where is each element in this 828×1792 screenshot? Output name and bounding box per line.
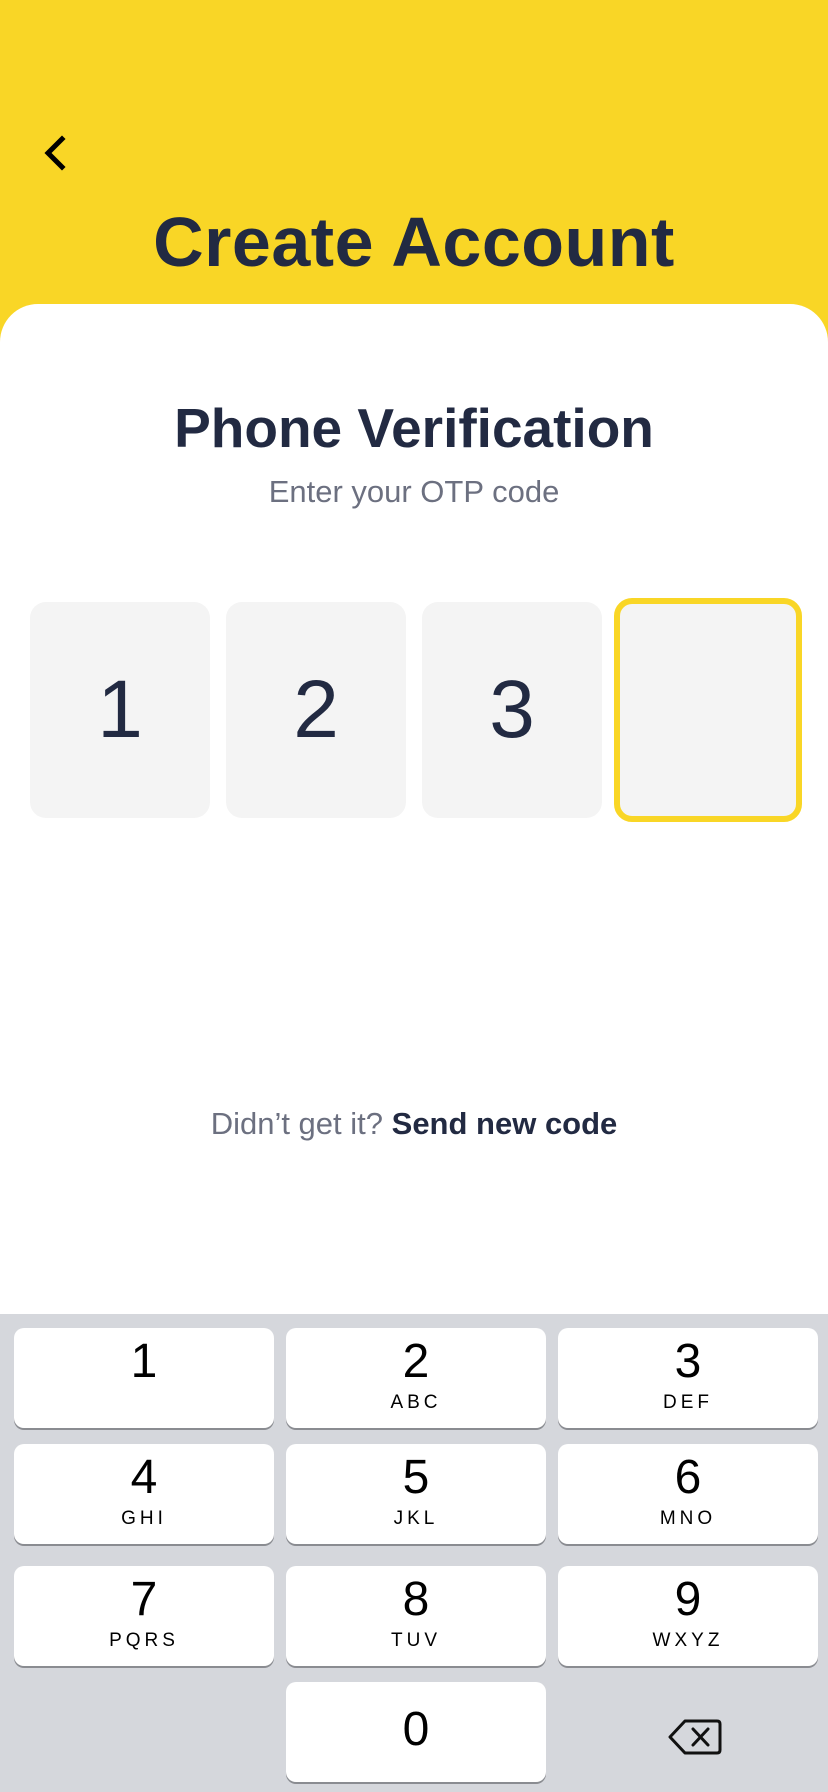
section-subtitle: Enter your OTP code — [268, 474, 560, 509]
key-digit: 5 — [402, 1451, 430, 1504]
send-new-code-link[interactable]: Send new code — [392, 1106, 618, 1141]
key-5[interactable]: 5 JKL — [286, 1444, 546, 1544]
key-2[interactable]: 2 ABC — [286, 1328, 546, 1428]
key-9[interactable]: 9 WXYZ — [558, 1566, 818, 1666]
key-6[interactable]: 6 MNO — [558, 1444, 818, 1544]
header: Create Account — [0, 0, 828, 320]
chevron-left-icon — [44, 135, 66, 171]
key-letters: DEF — [663, 1392, 713, 1413]
resend-row: Didn’t get it? Send new code — [0, 1106, 828, 1142]
key-digit: 8 — [402, 1573, 430, 1626]
otp-digit-2[interactable]: 2 — [226, 602, 406, 818]
key-letters: GHI — [121, 1508, 167, 1529]
key-letters: PQRS — [109, 1630, 179, 1651]
key-letters: ABC — [390, 1392, 442, 1413]
otp-digit-3[interactable]: 3 — [422, 602, 602, 818]
key-8[interactable]: 8 TUV — [286, 1566, 546, 1666]
backspace-icon — [668, 1719, 722, 1755]
section-title: Phone Verification — [174, 397, 654, 459]
resend-prompt: Didn’t get it? — [210, 1106, 384, 1141]
key-4[interactable]: 4 GHI — [14, 1444, 274, 1544]
key-1[interactable]: 1 — [14, 1328, 274, 1428]
key-digit: 4 — [130, 1451, 158, 1504]
key-letters: JKL — [393, 1508, 439, 1529]
key-digit: 2 — [402, 1335, 430, 1388]
key-digit: 0 — [402, 1703, 430, 1756]
back-button[interactable] — [30, 128, 80, 178]
otp-digit-1[interactable]: 1 — [30, 602, 210, 818]
key-letters: MNO — [659, 1508, 717, 1529]
delete-key[interactable] — [640, 1702, 750, 1772]
numeric-keypad: 1 2 ABC 3 DEF 4 GHI 5 JKL 6 MNO 7 PQRS 8… — [0, 1314, 828, 1792]
key-7[interactable]: 7 PQRS — [14, 1566, 274, 1666]
page-title: Create Account — [153, 203, 675, 281]
key-digit: 1 — [130, 1335, 158, 1388]
key-letters: TUV — [391, 1630, 441, 1651]
otp-digit-4[interactable] — [614, 598, 802, 822]
key-letters: WXYZ — [652, 1630, 724, 1651]
key-digit: 9 — [674, 1573, 702, 1626]
key-digit: 3 — [674, 1335, 702, 1388]
key-3[interactable]: 3 DEF — [558, 1328, 818, 1428]
key-digit: 7 — [130, 1573, 158, 1626]
key-0[interactable]: 0 — [286, 1682, 546, 1782]
key-digit: 6 — [674, 1451, 702, 1504]
